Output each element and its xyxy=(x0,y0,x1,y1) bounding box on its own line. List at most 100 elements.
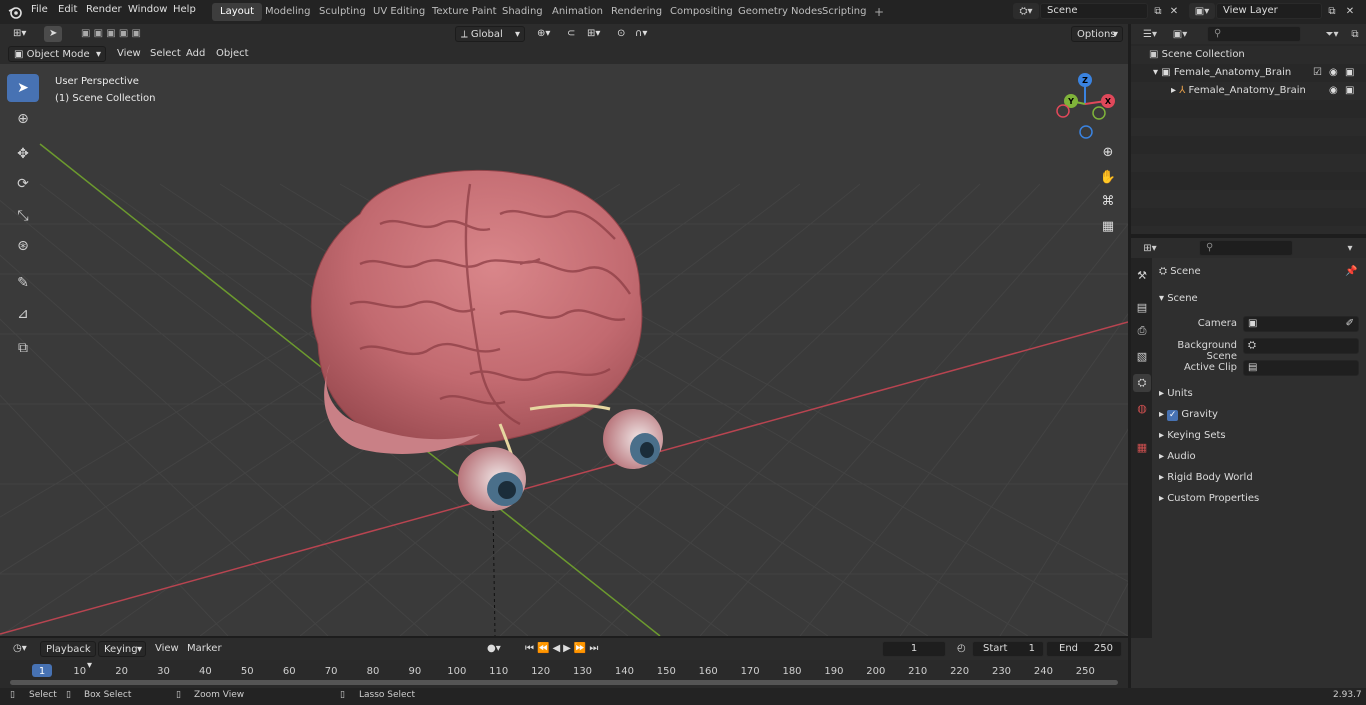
properties-editor-icon[interactable]: ⊞▾ xyxy=(1137,240,1163,256)
scene-name-field[interactable]: Scene xyxy=(1040,3,1148,19)
menu-object[interactable]: Object xyxy=(211,46,254,62)
blender-logo-icon[interactable] xyxy=(6,4,24,20)
pan-hand-icon[interactable]: ✋ xyxy=(1097,166,1119,188)
move-tool[interactable]: ✥ xyxy=(7,140,39,168)
expand-right-icon[interactable]: ▸ xyxy=(1171,85,1179,96)
units-panel-header[interactable]: ▸ Units xyxy=(1159,388,1193,399)
chevron-down-icon: ▾ xyxy=(1112,29,1118,40)
menu-window[interactable]: Window xyxy=(128,4,167,15)
background-scene-field[interactable]: ⛭ xyxy=(1243,338,1359,354)
tab-uv-editing[interactable]: UV Editing xyxy=(365,3,433,21)
display-mode-icon[interactable]: ▣▾ xyxy=(1167,26,1193,42)
camera-render-icon[interactable]: ▣ xyxy=(1345,82,1354,100)
menu-file[interactable]: File xyxy=(31,4,48,15)
scene-tab-icon[interactable]: ⛭ xyxy=(1133,374,1151,392)
active-clip-field[interactable]: ▤ xyxy=(1243,360,1359,376)
outliner-row-object[interactable]: ▸ ⅄ Female_Anatomy_Brain ◉ ▣ xyxy=(1131,82,1366,100)
camera-view-icon[interactable]: ⌘ xyxy=(1097,190,1119,212)
render-tab-icon[interactable]: ▤ xyxy=(1133,298,1151,316)
new-collection-icon[interactable]: ⧉ xyxy=(1346,26,1364,42)
tab-rendering[interactable]: Rendering xyxy=(603,3,670,21)
outliner-search-input[interactable]: ⚲ xyxy=(1207,26,1301,42)
timeline-scrollbar[interactable] xyxy=(10,680,1118,685)
keying-sets-panel-header[interactable]: ▸ Keying Sets xyxy=(1159,430,1226,441)
tool-tab-icon[interactable]: ⚒ xyxy=(1133,266,1151,284)
snap-target-icon[interactable]: ⊞▾ xyxy=(582,26,606,42)
eye-icon[interactable]: ◉ xyxy=(1329,64,1338,82)
properties-header: ⊞▾ ⚲ ▾ xyxy=(1131,238,1366,258)
tab-animation[interactable]: Animation xyxy=(544,3,611,21)
menu-add[interactable]: Add xyxy=(181,46,210,62)
view-layer-tab-icon[interactable]: ▧ xyxy=(1133,347,1151,365)
expand-right-icon: ▸ xyxy=(1159,493,1168,504)
select-tool-icon[interactable]: ➤ xyxy=(44,26,62,42)
ruler-tick-label: 60 xyxy=(282,666,296,677)
annotate-tool[interactable]: ✎ xyxy=(7,269,39,297)
menu-edit[interactable]: Edit xyxy=(58,4,77,15)
tab-modeling[interactable]: Modeling xyxy=(257,3,319,21)
menu-view[interactable]: View xyxy=(112,46,146,62)
options-dropdown[interactable]: Options ▾ xyxy=(1071,26,1123,42)
scene-selector-icon[interactable]: ⛭▾ xyxy=(1013,3,1039,19)
delete-view-layer-icon[interactable]: ✕ xyxy=(1341,3,1359,19)
snap-icon[interactable]: ⊂ xyxy=(562,26,578,42)
transform-orientation-dropdown[interactable]: ⟂ Global ▾ xyxy=(455,26,525,42)
status-select: Select xyxy=(29,690,57,700)
editor-type-icon[interactable]: ⊞▾ xyxy=(8,26,36,42)
rigid-body-world-panel-header[interactable]: ▸ Rigid Body World xyxy=(1159,472,1253,483)
rotate-tool[interactable]: ⟳ xyxy=(7,170,39,198)
new-view-layer-icon[interactable]: ⧉ xyxy=(1323,3,1341,19)
zoom-icon[interactable]: ⊕ xyxy=(1097,141,1119,163)
outliner-row-root[interactable]: ▣ Scene Collection xyxy=(1131,46,1366,64)
tab-shading[interactable]: Shading xyxy=(494,3,551,21)
properties-search-input[interactable]: ⚲ xyxy=(1199,240,1293,256)
scene-panel-header[interactable]: ▾ Scene xyxy=(1159,293,1198,304)
outliner-editor-icon[interactable]: ☰▾ xyxy=(1137,26,1163,42)
mode-dropdown[interactable]: ▣ Object Mode ▾ xyxy=(8,46,106,62)
tab-layout[interactable]: Layout xyxy=(212,3,262,21)
outliner-row-collection[interactable]: ▾ ▣ Female_Anatomy_Brain ☑ ◉ ▣ xyxy=(1131,64,1366,82)
expand-right-icon: ▸ xyxy=(1159,451,1168,462)
camera-field[interactable]: ▣ ✐ xyxy=(1243,316,1359,332)
expand-down-icon[interactable]: ▾ xyxy=(1153,67,1161,78)
eyedropper-icon[interactable]: ✐ xyxy=(1346,318,1354,329)
pin-icon[interactable]: 📌 xyxy=(1345,266,1357,277)
world-tab-icon[interactable]: ◍ xyxy=(1133,399,1151,417)
cursor-tool[interactable]: ⊕ xyxy=(7,105,39,133)
view-layer-selector-icon[interactable]: ▣▾ xyxy=(1189,3,1215,19)
scale-tool[interactable]: ⤡ xyxy=(7,202,39,230)
delete-scene-icon[interactable]: ✕ xyxy=(1165,3,1183,19)
proportional-edit-icon[interactable]: ⊙ xyxy=(612,26,628,42)
falloff-icon[interactable]: ∩▾ xyxy=(630,26,654,42)
eye-icon[interactable]: ◉ xyxy=(1329,82,1338,100)
perspective-grid-icon[interactable]: ▦ xyxy=(1097,215,1119,237)
3d-viewport[interactable]: Z X Y User Perspective (1) Scene Collect… xyxy=(0,64,1128,636)
selection-mode-icons[interactable]: ▣ ▣ ▣ ▣ ▣ xyxy=(76,26,160,42)
gravity-panel-header[interactable]: ▸ ✓ Gravity xyxy=(1159,409,1218,421)
tab-compositing[interactable]: Compositing xyxy=(662,3,741,21)
chevron-down-icon: ▾ xyxy=(95,49,101,60)
pivot-point-icon[interactable]: ⊕▾ xyxy=(532,26,556,42)
custom-properties-panel-header[interactable]: ▸ Custom Properties xyxy=(1159,493,1259,504)
select-box-tool[interactable]: ➤ xyxy=(7,74,39,102)
transform-tool[interactable]: ⊛ xyxy=(7,232,39,260)
audio-panel-header[interactable]: ▸ Audio xyxy=(1159,451,1196,462)
cube-icon: ⧉ xyxy=(18,340,28,356)
gravity-checkbox[interactable]: ✓ xyxy=(1167,410,1179,421)
expand-right-icon: ▸ xyxy=(1159,388,1168,399)
output-tab-icon[interactable]: ⎙ xyxy=(1133,322,1151,340)
menu-render[interactable]: Render xyxy=(86,4,122,15)
menu-select[interactable]: Select xyxy=(145,46,186,62)
texture-tab-icon[interactable]: ▦ xyxy=(1133,438,1151,456)
camera-render-icon[interactable]: ▣ xyxy=(1345,64,1354,82)
checkbox-icon[interactable]: ☑ xyxy=(1313,64,1322,82)
viewport-scene[interactable]: Z X Y xyxy=(0,64,1128,636)
add-workspace-button[interactable]: + xyxy=(866,3,892,21)
tab-texture-paint[interactable]: Texture Paint xyxy=(424,3,505,21)
filter-icon[interactable]: ⏷▾ xyxy=(1319,26,1345,42)
view-layer-field[interactable]: View Layer xyxy=(1216,3,1322,19)
measure-tool[interactable]: ⊿ xyxy=(7,300,39,328)
menu-help[interactable]: Help xyxy=(173,4,196,15)
chevron-down-icon[interactable]: ▾ xyxy=(1341,240,1359,256)
add-cube-tool[interactable]: ⧉ xyxy=(7,334,39,362)
